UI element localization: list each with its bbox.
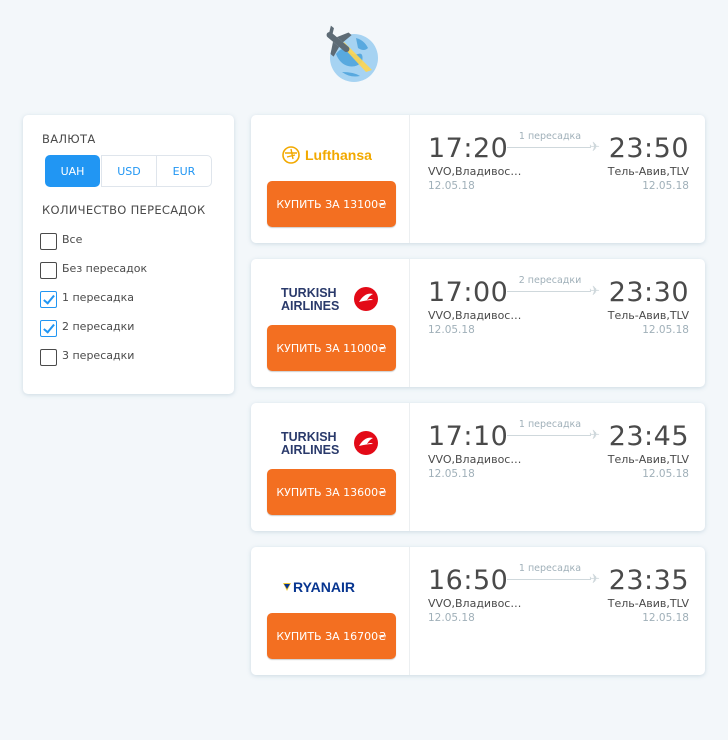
departure-time: 17:00 [428,277,509,308]
filter-panel: ВАЛЮТА UAH USD EUR КОЛИЧЕСТВО ПЕРЕСАДОК … [23,115,234,394]
currency-eur-button[interactable]: EUR [156,155,212,187]
stop-option-label: Все [62,232,83,246]
departure-date: 12.05.18 [428,468,475,480]
route-line [507,147,591,148]
origin-city: VVO,Владивос… [428,597,522,610]
buy-button[interactable]: КУПИТЬ ЗА 13600₴ [267,469,396,515]
arrival-date: 12.05.18 [642,324,689,336]
destination-city: Тель-Авив,TLV [607,453,689,466]
currency-title: ВАЛЮТА [42,132,96,146]
origin-city: VVO,Владивос… [428,165,522,178]
destination-city: Тель-Авив,TLV [607,597,689,610]
stops-count: 2 пересадки [518,275,582,286]
ticket-route-section: 17:10 1 пересадка ✈ 23:45 VVO,Владивос… … [411,403,705,531]
currency-switcher: UAH USD EUR [45,155,212,187]
stops-count: 1 пересадка [518,131,582,142]
currency-usd-button[interactable]: USD [101,155,157,187]
buy-button[interactable]: КУПИТЬ ЗА 11000₴ [267,325,396,371]
app-logo-icon [322,24,382,84]
plane-icon: ✈ [589,572,600,587]
currency-uah-button[interactable]: UAH [45,155,100,187]
svg-text:TURKISH: TURKISH [281,430,337,444]
ticket-route-section: 17:20 1 пересадка ✈ 23:50 VVO,Владивос… … [411,115,705,243]
arrival-date: 12.05.18 [642,468,689,480]
svg-text:RYANAIR: RYANAIR [293,579,355,595]
origin-city: VVO,Владивос… [428,309,522,322]
svg-text:Lufthansa: Lufthansa [305,147,372,163]
stop-option-label: 3 пересадки [62,348,135,362]
svg-text:AIRLINES: AIRLINES [281,443,339,457]
stops-title: КОЛИЧЕСТВО ПЕРЕСАДОК [42,203,206,217]
ticket-card: RYANAIR КУПИТЬ ЗА 16700₴ 16:50 1 пересад… [251,547,705,675]
checkbox-checked[interactable] [40,291,57,308]
plane-icon: ✈ [589,284,600,299]
ryanair-logo-icon: RYANAIR [251,569,410,605]
arrival-time: 23:50 [608,133,689,164]
destination-city: Тель-Авив,TLV [607,165,689,178]
turkish-airlines-logo-icon: TURKISH AIRLINES [251,281,410,317]
ticket-card: Lufthansa КУПИТЬ ЗА 13100₴ 17:20 1 перес… [251,115,705,243]
departure-date: 12.05.18 [428,612,475,624]
checkbox[interactable] [40,349,57,366]
stops-count: 1 пересадка [518,563,582,574]
stop-option-label: 2 пересадки [62,319,135,333]
arrival-time: 23:35 [608,565,689,596]
departure-time: 16:50 [428,565,509,596]
destination-city: Тель-Авив,TLV [607,309,689,322]
turkish-airlines-logo-icon: TURKISH AIRLINES [251,425,410,461]
stop-option-label: 1 пересадка [62,290,134,304]
buy-button[interactable]: КУПИТЬ ЗА 16700₴ [267,613,396,659]
checkbox[interactable] [40,262,57,279]
departure-time: 17:10 [428,421,509,452]
ticket-route-section: 17:00 2 пересадки ✈ 23:30 VVO,Владивос… … [411,259,705,387]
arrival-time: 23:45 [608,421,689,452]
stops-indicator: 1 пересадка ✈ [507,131,601,155]
ticket-carrier-section: RYANAIR КУПИТЬ ЗА 16700₴ [251,547,410,675]
stop-option-nonstop[interactable]: Без пересадок [40,256,147,285]
ticket-route-section: 16:50 1 пересадка ✈ 23:35 VVO,Владивос… … [411,547,705,675]
stop-option-label: Без пересадок [62,261,148,275]
stops-indicator: 1 пересадка ✈ [507,419,601,443]
svg-text:AIRLINES: AIRLINES [281,299,339,313]
ticket-card: TURKISH AIRLINES КУПИТЬ ЗА 11000₴ 17:00 … [251,259,705,387]
arrival-time: 23:30 [608,277,689,308]
plane-icon: ✈ [589,428,600,443]
stops-count: 1 пересадка [518,419,582,430]
route-line [507,435,591,436]
stop-option-1[interactable]: 1 пересадка [40,285,147,314]
stops-indicator: 2 пересадки ✈ [507,275,601,299]
route-line [507,579,591,580]
departure-date: 12.05.18 [428,180,475,192]
stop-option-all[interactable]: Все [40,227,147,256]
arrival-date: 12.05.18 [642,180,689,192]
checkbox[interactable] [40,233,57,250]
buy-button[interactable]: КУПИТЬ ЗА 13100₴ [267,181,396,227]
ticket-carrier-section: TURKISH AIRLINES КУПИТЬ ЗА 13600₴ [251,403,410,531]
ticket-carrier-section: Lufthansa КУПИТЬ ЗА 13100₴ [251,115,410,243]
stops-filter-list: Все Без пересадок 1 пересадка 2 пересадк… [40,227,147,372]
plane-icon: ✈ [589,140,600,155]
checkbox-checked[interactable] [40,320,57,337]
ticket-card: TURKISH AIRLINES КУПИТЬ ЗА 13600₴ 17:10 … [251,403,705,531]
route-line [507,291,591,292]
stops-indicator: 1 пересадка ✈ [507,563,601,587]
stop-option-2[interactable]: 2 пересадки [40,314,147,343]
departure-time: 17:20 [428,133,509,164]
lufthansa-logo-icon: Lufthansa [251,137,410,173]
svg-text:TURKISH: TURKISH [281,286,337,300]
stop-option-3[interactable]: 3 пересадки [40,343,147,372]
arrival-date: 12.05.18 [642,612,689,624]
departure-date: 12.05.18 [428,324,475,336]
ticket-carrier-section: TURKISH AIRLINES КУПИТЬ ЗА 11000₴ [251,259,410,387]
origin-city: VVO,Владивос… [428,453,522,466]
